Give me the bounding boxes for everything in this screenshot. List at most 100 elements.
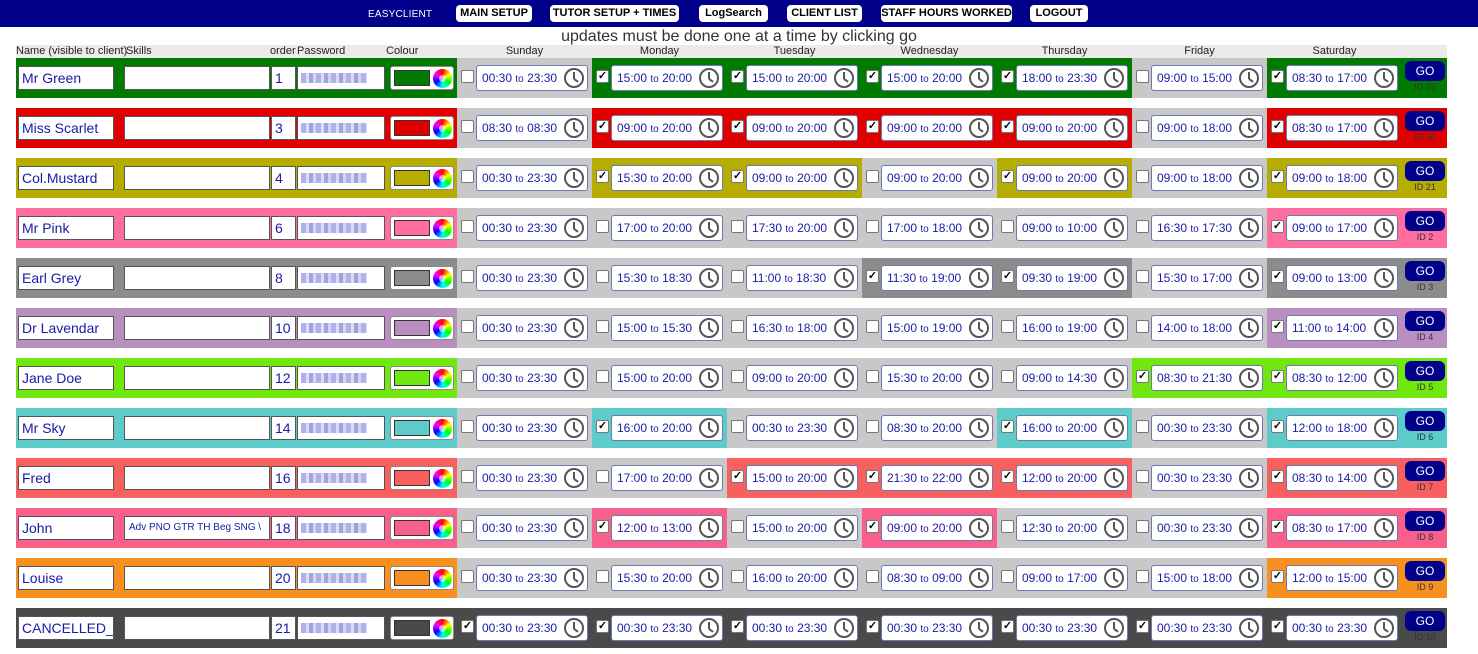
go-button[interactable]: GO <box>1405 211 1445 231</box>
go-button[interactable]: GO <box>1405 61 1445 81</box>
color-wheel-icon[interactable] <box>433 619 452 638</box>
password-input[interactable] <box>297 66 385 90</box>
sunday-active-checkbox[interactable]: ✓ <box>461 620 474 633</box>
tutor-name-input[interactable]: Earl Grey <box>18 266 114 290</box>
thursday-time-range[interactable]: 16:00 to 19:00 <box>1016 315 1128 341</box>
password-input[interactable] <box>297 616 385 640</box>
sunday-active-checkbox[interactable] <box>461 320 474 333</box>
clock-icon[interactable] <box>699 618 719 638</box>
tuesday-active-checkbox[interactable]: ✓ <box>731 620 744 633</box>
clock-icon[interactable] <box>1239 418 1259 438</box>
wednesday-time-range[interactable]: 00:30 to 23:30 <box>881 615 993 641</box>
thursday-active-checkbox[interactable] <box>1001 220 1014 233</box>
go-button[interactable]: GO <box>1405 111 1445 131</box>
clock-icon[interactable] <box>1104 618 1124 638</box>
tuesday-active-checkbox[interactable] <box>731 370 744 383</box>
sunday-active-checkbox[interactable] <box>461 220 474 233</box>
sunday-time-range[interactable]: 00:30 to 23:30 <box>476 415 588 441</box>
tuesday-time-range[interactable]: 00:30 to 23:30 <box>746 615 858 641</box>
tuesday-time-range[interactable]: 15:00 to 20:00 <box>746 465 858 491</box>
clock-icon[interactable] <box>1239 368 1259 388</box>
skills-input[interactable] <box>124 566 270 590</box>
friday-time-range[interactable]: 15:30 to 17:00 <box>1151 265 1263 291</box>
password-input[interactable] <box>297 266 385 290</box>
password-input[interactable] <box>297 466 385 490</box>
clock-icon[interactable] <box>1239 468 1259 488</box>
thursday-active-checkbox[interactable]: ✓ <box>1001 470 1014 483</box>
thursday-time-range[interactable]: 09:00 to 20:00 <box>1016 115 1128 141</box>
saturday-time-range[interactable]: 08:30 to 17:00 <box>1286 515 1398 541</box>
wednesday-time-range[interactable]: 09:00 to 20:00 <box>881 115 993 141</box>
clock-icon[interactable] <box>834 418 854 438</box>
clock-icon[interactable] <box>1239 318 1259 338</box>
monday-time-range[interactable]: 15:30 to 18:30 <box>611 265 723 291</box>
wednesday-time-range[interactable]: 15:00 to 19:00 <box>881 315 993 341</box>
thursday-active-checkbox[interactable]: ✓ <box>1001 70 1014 83</box>
clock-icon[interactable] <box>699 468 719 488</box>
clock-icon[interactable] <box>1104 568 1124 588</box>
clock-icon[interactable] <box>1104 418 1124 438</box>
saturday-time-range[interactable]: 08:30 to 17:00 <box>1286 65 1398 91</box>
order-input[interactable]: 8 <box>271 266 296 290</box>
clock-icon[interactable] <box>834 268 854 288</box>
wednesday-active-checkbox[interactable]: ✓ <box>866 120 879 133</box>
sunday-time-range[interactable]: 00:30 to 23:30 <box>476 515 588 541</box>
clock-icon[interactable] <box>1239 268 1259 288</box>
color-wheel-icon[interactable] <box>433 269 452 288</box>
friday-active-checkbox[interactable] <box>1136 70 1149 83</box>
monday-time-range[interactable]: 09:00 to 20:00 <box>611 115 723 141</box>
thursday-time-range[interactable]: 09:00 to 14:30 <box>1016 365 1128 391</box>
clock-icon[interactable] <box>969 118 989 138</box>
monday-active-checkbox[interactable] <box>596 470 609 483</box>
clock-icon[interactable] <box>1374 118 1394 138</box>
password-input[interactable] <box>297 566 385 590</box>
clock-icon[interactable] <box>1239 618 1259 638</box>
saturday-active-checkbox[interactable]: ✓ <box>1271 570 1284 583</box>
friday-active-checkbox[interactable] <box>1136 420 1149 433</box>
saturday-active-checkbox[interactable]: ✓ <box>1271 520 1284 533</box>
tuesday-time-range[interactable]: 09:00 to 20:00 <box>746 165 858 191</box>
password-input[interactable] <box>297 116 385 140</box>
clock-icon[interactable] <box>834 618 854 638</box>
nav-logout[interactable]: LOGOUT <box>1030 5 1088 22</box>
clock-icon[interactable] <box>1104 268 1124 288</box>
color-wheel-icon[interactable] <box>433 169 452 188</box>
monday-time-range[interactable]: 17:00 to 20:00 <box>611 465 723 491</box>
order-input[interactable]: 21 <box>271 616 296 640</box>
thursday-time-range[interactable]: 18:00 to 23:30 <box>1016 65 1128 91</box>
nav-tutor-setup-times[interactable]: TUTOR SETUP + TIMES <box>550 5 679 22</box>
thursday-active-checkbox[interactable]: ✓ <box>1001 420 1014 433</box>
clock-icon[interactable] <box>564 318 584 338</box>
clock-icon[interactable] <box>1374 168 1394 188</box>
clock-icon[interactable] <box>564 568 584 588</box>
skills-input[interactable]: Adv PNO GTR TH Beg SNG \ <box>124 516 270 540</box>
saturday-time-range[interactable]: 11:00 to 14:00 <box>1286 315 1398 341</box>
wednesday-active-checkbox[interactable] <box>866 570 879 583</box>
friday-time-range[interactable]: 15:00 to 18:00 <box>1151 565 1263 591</box>
sunday-time-range[interactable]: 08:30 to 08:30 <box>476 115 588 141</box>
clock-icon[interactable] <box>564 468 584 488</box>
password-input[interactable] <box>297 416 385 440</box>
monday-active-checkbox[interactable] <box>596 220 609 233</box>
tuesday-active-checkbox[interactable]: ✓ <box>731 70 744 83</box>
wednesday-time-range[interactable]: 09:00 to 20:00 <box>881 165 993 191</box>
password-input[interactable] <box>297 316 385 340</box>
colour-picker[interactable] <box>390 166 454 190</box>
clock-icon[interactable] <box>1239 568 1259 588</box>
friday-active-checkbox[interactable] <box>1136 270 1149 283</box>
clock-icon[interactable] <box>834 568 854 588</box>
colour-picker[interactable] <box>390 566 454 590</box>
thursday-time-range[interactable]: 09:00 to 17:00 <box>1016 565 1128 591</box>
clock-icon[interactable] <box>834 318 854 338</box>
monday-time-range[interactable]: 16:00 to 20:00 <box>611 415 723 441</box>
clock-icon[interactable] <box>1239 518 1259 538</box>
clock-icon[interactable] <box>564 68 584 88</box>
skills-input[interactable] <box>124 66 270 90</box>
go-button[interactable]: GO <box>1405 411 1445 431</box>
saturday-active-checkbox[interactable]: ✓ <box>1271 70 1284 83</box>
saturday-time-range[interactable]: 08:30 to 14:00 <box>1286 465 1398 491</box>
wednesday-active-checkbox[interactable]: ✓ <box>866 270 879 283</box>
colour-picker[interactable] <box>390 616 454 640</box>
tuesday-active-checkbox[interactable]: ✓ <box>731 120 744 133</box>
wednesday-active-checkbox[interactable] <box>866 220 879 233</box>
